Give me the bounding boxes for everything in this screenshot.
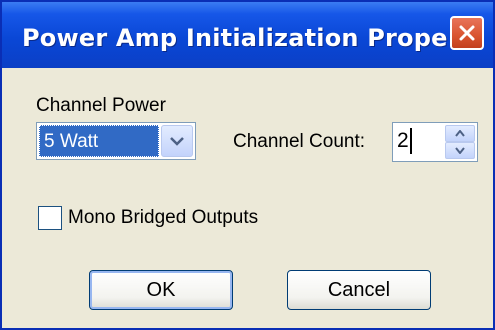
spin-down-button[interactable] (445, 142, 475, 159)
chevron-up-icon (455, 130, 465, 137)
spin-up-button[interactable] (445, 125, 475, 142)
close-button[interactable] (450, 16, 484, 50)
channel-count-spinner[interactable]: 2 (392, 122, 478, 162)
close-icon (459, 25, 475, 41)
window-title: Power Amp Initialization Prope... (22, 24, 476, 52)
channel-count-label: Channel Count: (233, 131, 366, 152)
dialog-window: Power Amp Initialization Prope... Channe… (0, 0, 495, 330)
title-bar[interactable]: Power Amp Initialization Prope... (2, 2, 493, 68)
chevron-down-icon (170, 137, 184, 146)
dropdown-arrow-button[interactable] (161, 125, 193, 157)
channel-power-value: 5 Watt (39, 125, 159, 157)
chevron-down-icon (455, 147, 465, 154)
channel-power-select[interactable]: 5 Watt (36, 122, 196, 160)
mono-bridged-checkbox[interactable] (38, 206, 62, 230)
channel-count-value[interactable]: 2 (397, 128, 412, 154)
cancel-button[interactable]: Cancel (287, 270, 431, 310)
mono-bridged-label[interactable]: Mono Bridged Outputs (68, 207, 258, 229)
channel-power-label: Channel Power (36, 95, 166, 116)
ok-button[interactable]: OK (89, 270, 233, 310)
